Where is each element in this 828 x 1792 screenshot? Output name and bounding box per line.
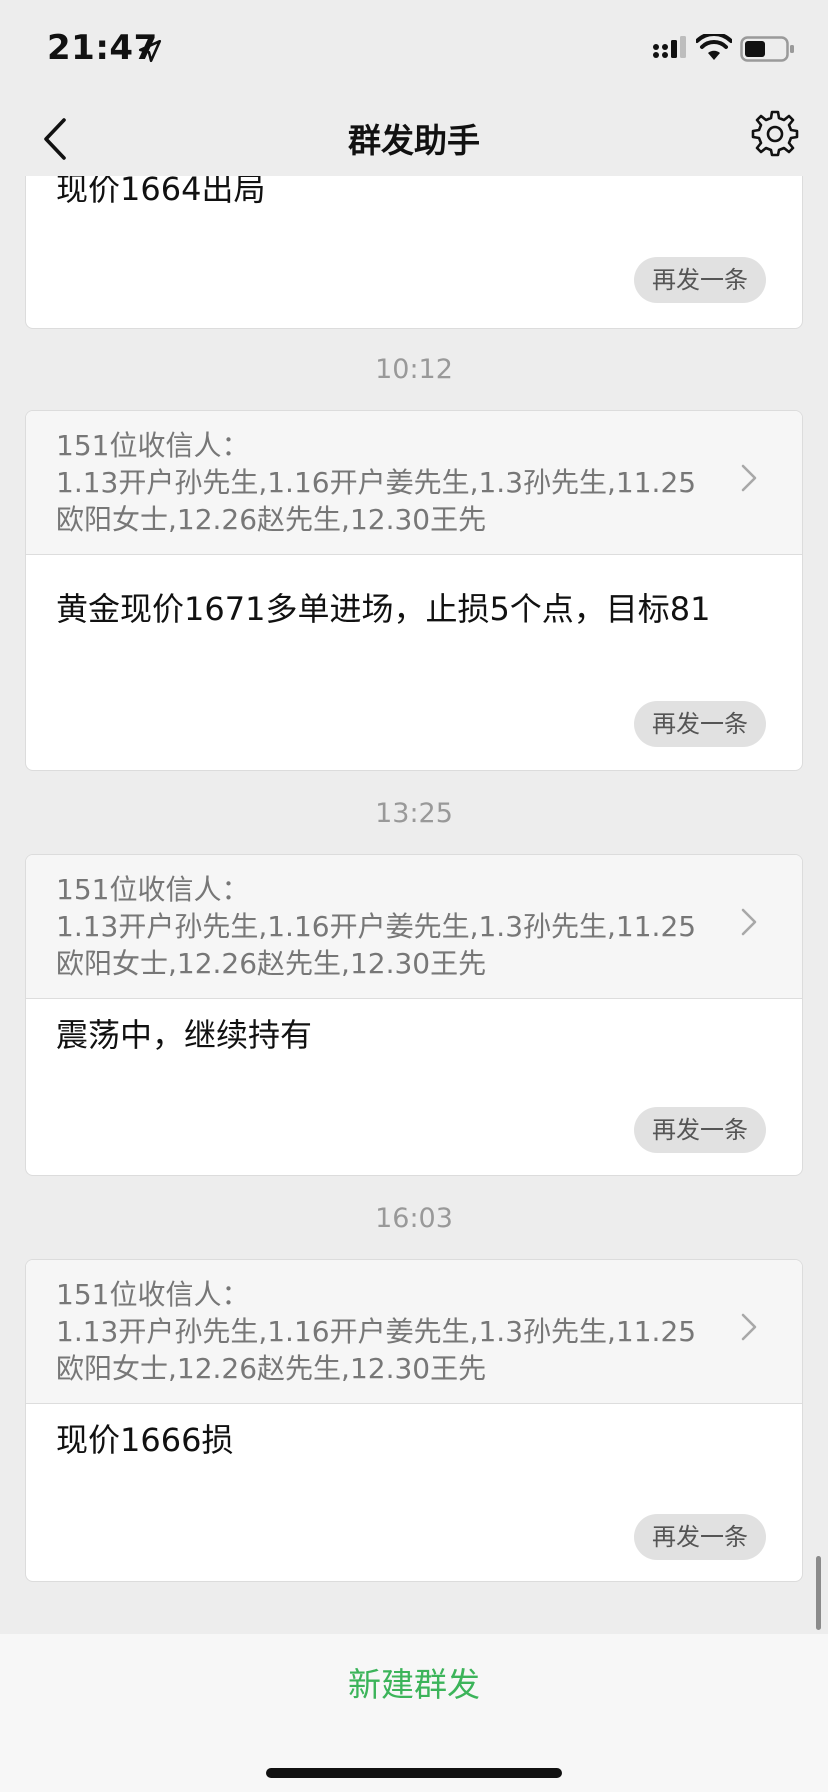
navigation-bar: 群发助手 xyxy=(0,100,828,176)
new-broadcast-button[interactable]: 新建群发 xyxy=(0,1658,828,1706)
broadcast-timestamp: 10:12 xyxy=(375,354,453,385)
chevron-right-icon xyxy=(741,1313,757,1341)
recipients-count: 151位收信人： xyxy=(56,1278,250,1311)
recipients-count: 151位收信人： xyxy=(56,429,250,462)
scroll-indicator[interactable] xyxy=(816,1556,821,1630)
broadcast-card: 151位收信人： 1.13开户孙先生,1.16开户姜先生,1.3孙先生,11.2… xyxy=(25,854,803,1176)
bottom-bar: 新建群发 xyxy=(0,1634,828,1792)
page-title: 群发助手 xyxy=(348,121,480,160)
broadcast-message: 现价1666损 xyxy=(56,1421,234,1459)
resend-button[interactable]: 再发一条 xyxy=(634,1107,766,1153)
recipients-row[interactable]: 151位收信人： 1.13开户孙先生,1.16开户姜先生,1.3孙先生,11.2… xyxy=(26,1260,802,1404)
recipients-row[interactable]: 151位收信人： 1.13开户孙先生,1.16开户姜先生,1.3孙先生,11.2… xyxy=(26,411,802,555)
cellular-signal-icon xyxy=(653,36,686,58)
chevron-right-icon xyxy=(741,464,757,492)
battery-icon xyxy=(740,36,794,62)
wifi-icon xyxy=(696,34,732,60)
broadcast-history-list[interactable]: 现价1664出局 再发一条 10:12 151位收信人： 1.13开户孙先生,1… xyxy=(0,176,828,1634)
home-indicator xyxy=(266,1768,562,1778)
broadcast-timestamp: 13:25 xyxy=(375,798,453,829)
location-arrow-icon xyxy=(138,39,162,63)
recipients-names: 1.13开户孙先生,1.16开户姜先生,1.3孙先生,11.25 欧阳女士,12… xyxy=(56,910,697,980)
broadcast-card: 151位收信人： 1.13开户孙先生,1.16开户姜先生,1.3孙先生,11.2… xyxy=(25,410,803,771)
resend-button[interactable]: 再发一条 xyxy=(634,1514,766,1560)
broadcast-card: 现价1664出局 再发一条 xyxy=(25,176,803,329)
recipients-row[interactable]: 151位收信人： 1.13开户孙先生,1.16开户姜先生,1.3孙先生,11.2… xyxy=(26,855,802,999)
recipients-names: 1.13开户孙先生,1.16开户姜先生,1.3孙先生,11.25 欧阳女士,12… xyxy=(56,1315,697,1385)
status-bar: 21:47 xyxy=(0,0,828,100)
settings-gear-icon[interactable] xyxy=(750,108,800,158)
broadcast-card: 151位收信人： 1.13开户孙先生,1.16开户姜先生,1.3孙先生,11.2… xyxy=(25,1259,803,1582)
resend-button[interactable]: 再发一条 xyxy=(634,257,766,303)
recipients-names: 1.13开户孙先生,1.16开户姜先生,1.3孙先生,11.25 欧阳女士,12… xyxy=(56,466,697,536)
recipients-count: 151位收信人： xyxy=(56,873,250,906)
broadcast-message: 现价1664出局 xyxy=(56,176,266,208)
broadcast-message: 震荡中，继续持有 xyxy=(56,1016,313,1054)
broadcast-message: 黄金现价1671多单进场，止损5个点，目标81 xyxy=(56,590,711,628)
chevron-right-icon xyxy=(741,908,757,936)
broadcast-timestamp: 16:03 xyxy=(375,1203,453,1234)
resend-button[interactable]: 再发一条 xyxy=(634,701,766,747)
